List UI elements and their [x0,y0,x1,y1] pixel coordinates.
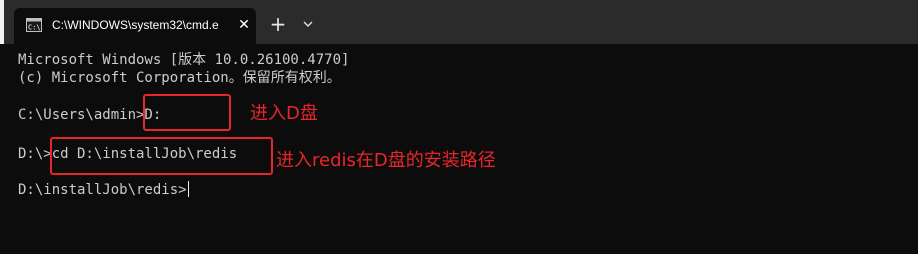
tab-title: C:\WINDOWS\system32\cmd.e [52,18,219,32]
annotation-box-1 [143,94,231,131]
chevron-down-icon[interactable] [296,12,320,36]
console-line: C:\Users\admin>D: [18,107,162,123]
console-prompt: D:\installJob\redis> [18,182,187,198]
text-cursor [187,181,189,197]
tab-cmd[interactable]: C:\ C:\WINDOWS\system32\cmd.e ✕ [14,8,256,44]
console-line: (c) Microsoft Corporation。保留所有权利。 [18,70,341,86]
tab-bar: C:\ C:\WINDOWS\system32\cmd.e ✕ + [0,0,918,44]
terminal-window: C:\ C:\WINDOWS\system32\cmd.e ✕ + Micros… [0,0,918,254]
console-prompt-line[interactable]: D:\installJob\redis> [18,180,189,200]
cmd-icon: C:\ [26,18,42,32]
window-edge [0,0,4,44]
annotation-label-2: 进入redis在D盘的安装路径 [276,150,496,171]
new-tab-button[interactable]: + [266,12,290,36]
svg-text:C:\: C:\ [28,24,41,32]
close-tab-button[interactable]: ✕ [235,16,253,34]
offscreen-glyph [0,56,6,76]
console-line: Microsoft Windows [版本 10.0.26100.4770] [18,52,350,68]
annotation-label-1: 进入D盘 [250,103,318,124]
annotation-box-2 [50,137,273,175]
